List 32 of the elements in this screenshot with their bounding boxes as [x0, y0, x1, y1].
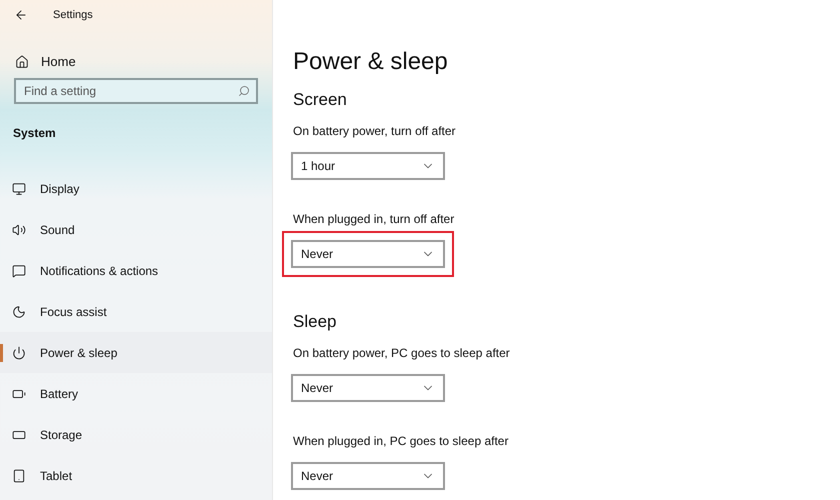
page-title: Power & sleep: [293, 47, 448, 77]
dropdown[interactable]: Never: [291, 374, 445, 402]
section-heading: Sleep: [293, 311, 336, 333]
moon-icon: [12, 304, 26, 318]
setting-label: When plugged in, PC goes to sleep after: [293, 433, 508, 449]
nav-item[interactable]: Sound: [0, 209, 272, 250]
monitor-icon: [12, 182, 26, 196]
dropdown[interactable]: Never: [291, 240, 445, 268]
search-field[interactable]: Find a setting: [14, 78, 258, 104]
nav-item[interactable]: Notifications & actions: [0, 250, 272, 291]
nav-item[interactable]: Tablet: [0, 455, 272, 496]
section-heading: Screen: [293, 89, 347, 111]
section-heading: System: [13, 125, 56, 142]
nav-item[interactable]: Battery: [0, 373, 272, 414]
back-icon[interactable]: [14, 8, 28, 22]
setting-label: On battery power, PC goes to sleep after: [293, 345, 510, 361]
nav-item[interactable]: Power & sleep: [0, 332, 272, 373]
dropdown[interactable]: Never: [291, 462, 445, 490]
tablet-icon: [12, 468, 26, 482]
setting-label: When plugged in, turn off after: [293, 211, 454, 227]
speech-bubble-icon: [12, 264, 26, 278]
nav-item[interactable]: Focus assist: [0, 291, 272, 332]
home-icon: [15, 55, 29, 69]
power-icon: [12, 346, 26, 360]
speaker-icon: [12, 222, 26, 236]
nav-item[interactable]: Display: [0, 168, 272, 209]
home-item[interactable]: Home: [0, 48, 272, 76]
nav-item[interactable]: Storage: [0, 414, 272, 455]
search-icon[interactable]: [238, 85, 250, 97]
window-title: Settings: [53, 8, 93, 23]
dropdown[interactable]: 1 hour: [291, 152, 445, 180]
setting-label: On battery power, turn off after: [293, 123, 456, 139]
